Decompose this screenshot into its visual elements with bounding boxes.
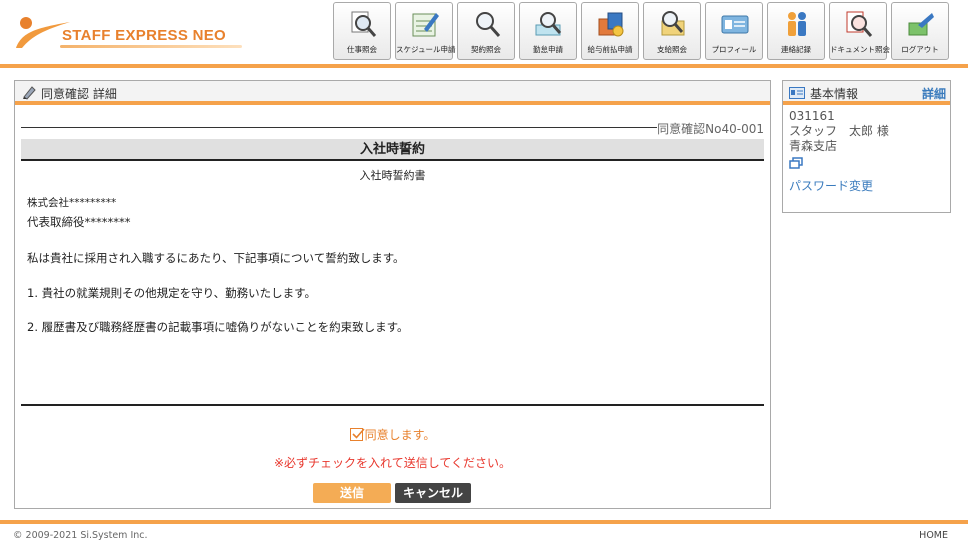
side-body: 031161 スタッフ 太郎 様 青森支店 パスワード変更 bbox=[783, 105, 950, 198]
nav-label: ログアウト bbox=[901, 45, 939, 54]
password-change-link[interactable]: パスワード変更 bbox=[789, 179, 944, 194]
nav-advance-pay-button[interactable]: 給与前払申請 bbox=[581, 2, 639, 60]
copyright: © 2009-2021 Si.System Inc. bbox=[13, 530, 148, 541]
doc-bottom-rule bbox=[21, 404, 764, 406]
job-search-icon bbox=[351, 11, 377, 37]
side-header: 基本情報 詳細 bbox=[783, 81, 950, 105]
nav-label: 仕事照会 bbox=[347, 45, 377, 54]
attendance-icon bbox=[535, 12, 562, 36]
doc-title: 入社時誓約 bbox=[21, 139, 764, 161]
doc-paragraph: 私は貴社に採用され入職するにあたり、下記事項について誓約致します。 bbox=[27, 251, 405, 265]
contract-search-icon bbox=[476, 12, 501, 37]
header-divider bbox=[0, 64, 968, 68]
action-buttons: 送信 キャンセル bbox=[313, 483, 471, 503]
nav-label: プロフィール bbox=[711, 45, 757, 54]
logo-underline bbox=[60, 45, 242, 48]
open-window-icon[interactable] bbox=[789, 157, 803, 169]
home-link[interactable]: HOME bbox=[919, 530, 948, 541]
nav-label: 勤怠申請 bbox=[533, 45, 563, 54]
nav-label: スケジュール申請 bbox=[396, 45, 456, 54]
agree-checkbox[interactable] bbox=[349, 428, 365, 441]
id-card-icon bbox=[789, 87, 805, 99]
profile-card-icon bbox=[721, 15, 749, 34]
basic-info-panel: 基本情報 詳細 031161 スタッフ 太郎 様 青森支店 パスワード変更 bbox=[782, 80, 951, 213]
doc-subtitle: 入社時誓約書 bbox=[359, 169, 426, 182]
nav-label: 連絡記録 bbox=[781, 45, 811, 54]
panel-title: 同意確認 詳細 bbox=[41, 87, 117, 101]
doc-company: 株式会社********* bbox=[27, 197, 117, 209]
nav-label: 契約照会 bbox=[471, 45, 501, 54]
pen-icon bbox=[23, 86, 36, 100]
send-button[interactable]: 送信 bbox=[313, 483, 391, 503]
detail-link[interactable]: 詳細 bbox=[922, 85, 946, 102]
doc-item-1: 1. 貴社の就業規則その他規定を守り、勤務いたします。 bbox=[27, 286, 317, 300]
nav-contract-search-button[interactable]: 契約照会 bbox=[457, 2, 515, 60]
nav-label: ドキュメント照会 bbox=[830, 45, 890, 54]
nav-job-search-button[interactable]: 仕事照会 bbox=[333, 2, 391, 60]
nav-contact-button[interactable]: 連絡記録 bbox=[767, 2, 825, 60]
schedule-icon bbox=[412, 13, 439, 37]
footer: © 2009-2021 Si.System Inc. HOME bbox=[0, 524, 968, 559]
logout-icon bbox=[908, 13, 934, 36]
payment-icon bbox=[661, 11, 685, 36]
nav-label: 給与前払申請 bbox=[587, 45, 633, 54]
nav-schedule-button[interactable]: スケジュール申請 bbox=[395, 2, 456, 60]
contact-people-icon bbox=[788, 12, 806, 36]
nav-logout-button[interactable]: ログアウト bbox=[891, 2, 949, 60]
doc-representative: 代表取締役******** bbox=[27, 215, 131, 229]
doc-number-row: 同意確認No40-001 bbox=[21, 119, 764, 136]
document-search-icon bbox=[846, 11, 873, 37]
branch-name: 青森支店 bbox=[789, 139, 838, 153]
nav-label: 支給照会 bbox=[657, 45, 687, 54]
agree-row: 同意します。 bbox=[15, 426, 770, 443]
advance-pay-icon bbox=[598, 12, 624, 37]
logo[interactable]: STAFF EXPRESS NEO bbox=[14, 14, 244, 50]
nav-attendance-button[interactable]: 勤怠申請 bbox=[519, 2, 577, 60]
consent-detail-panel: 同意確認 詳細 同意確認No40-001 入社時誓約 入社時誓約書 株式会社**… bbox=[14, 80, 771, 509]
nav-payment-button[interactable]: 支給照会 bbox=[643, 2, 701, 60]
header: STAFF EXPRESS NEO 仕事照会 スケジュール申請 契約照会 勤怠申… bbox=[0, 0, 968, 64]
warning-message: ※必ずチェックを入れて送信してください。 bbox=[274, 456, 511, 470]
staff-name: スタッフ 太郎 様 bbox=[789, 124, 889, 138]
side-title: 基本情報 bbox=[810, 87, 859, 101]
panel-header: 同意確認 詳細 bbox=[15, 81, 770, 105]
main-nav: 仕事照会 スケジュール申請 契約照会 勤怠申請 給与前払申請 支給照会 プロフィ… bbox=[333, 2, 949, 62]
staff-id: 031161 bbox=[789, 109, 835, 123]
doc-number: 同意確認No40-001 bbox=[657, 122, 764, 136]
doc-item-2: 2. 履歴書及び職務経歴書の記載事項に嘘偽りがないことを約束致します。 bbox=[27, 320, 409, 334]
check-icon bbox=[352, 428, 365, 439]
nav-profile-button[interactable]: プロフィール bbox=[705, 2, 763, 60]
logo-text: STAFF EXPRESS NEO bbox=[62, 27, 227, 44]
agree-label[interactable]: 同意します。 bbox=[365, 428, 436, 442]
cancel-button[interactable]: キャンセル bbox=[395, 483, 471, 503]
nav-document-search-button[interactable]: ドキュメント照会 bbox=[829, 2, 890, 60]
doc-number-rule bbox=[21, 127, 657, 128]
